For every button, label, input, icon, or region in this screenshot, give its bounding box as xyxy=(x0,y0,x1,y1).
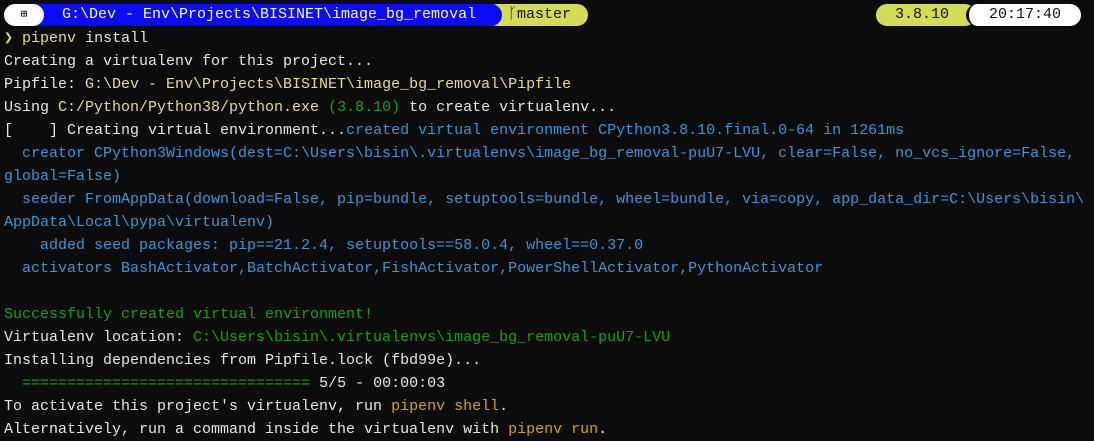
terminal-line: Creating a virtualenv for this project..… xyxy=(4,50,1084,73)
terminal-line: Pipfile: G:\Dev - Env\Projects\BISINET\i… xyxy=(4,73,1084,96)
terminal-text: pipenv xyxy=(22,30,77,47)
current-path: G:\Dev - Env\Projects\BISINET\image_bg_r… xyxy=(30,4,502,26)
python-version: 3.8.10 xyxy=(876,4,976,26)
git-branch-icon: ᚴ xyxy=(508,6,518,23)
terminal-text: activators BashActivator,BatchActivator,… xyxy=(4,260,824,277)
terminal-line: ❯ pipenv install xyxy=(4,27,1084,50)
terminal-text: 5/5 - 00:00:03 xyxy=(310,375,446,392)
terminal-text: install xyxy=(76,30,149,47)
terminal-line: creator CPython3Windows(dest=C:\Users\bi… xyxy=(4,142,1084,165)
terminal-line: global=False) xyxy=(4,165,1084,188)
terminal-text: C:\Users\bisin\.virtualenvs\image_bg_rem… xyxy=(193,329,671,346)
windows-icon: ⊞ xyxy=(4,4,44,26)
terminal-text: to create virtualenv... xyxy=(400,99,617,116)
terminal-line: [ ] Creating virtual environment...creat… xyxy=(4,119,1084,142)
terminal-text: To activate this project's virtualenv, r… xyxy=(4,398,392,415)
terminal-text: Virtualenv location: xyxy=(4,329,194,346)
terminal-line: Alternatively, run a command inside the … xyxy=(4,418,1084,441)
terminal-text: created virtual environment CPython3.8.1… xyxy=(346,122,905,139)
terminal-text: pipenv run xyxy=(508,421,599,438)
terminal-text: G:\Dev - Env\Projects\BISINET\image_bg_r… xyxy=(85,76,572,93)
terminal-text: (3.8.10) xyxy=(328,99,401,116)
clock: 20:17:40 xyxy=(966,4,1081,26)
terminal-text: Using xyxy=(4,99,59,116)
terminal-text: seeder FromAppData(download=False, pip=b… xyxy=(4,191,1085,208)
terminal-text: [ ] Creating virtual environment... xyxy=(4,122,347,139)
terminal-text: pipenv shell xyxy=(391,398,500,415)
terminal-text: Pipfile: xyxy=(4,76,86,93)
terminal-text: creator CPython3Windows(dest=C:\Users\bi… xyxy=(4,145,1076,162)
terminal-text: Creating a virtualenv for this project..… xyxy=(4,53,374,70)
terminal-line: added seed packages: pip==21.2.4, setupt… xyxy=(4,234,1084,257)
terminal-line: AppData\Local\pypa\virtualenv) xyxy=(4,211,1084,234)
terminal-line: seeder FromAppData(download=False, pip=b… xyxy=(4,188,1084,211)
terminal-text: C:/Python/Python38/python.exe xyxy=(58,99,320,116)
terminal-text: ================================ xyxy=(4,375,311,392)
terminal-text: global=False) xyxy=(4,168,122,185)
terminal-text: ❯ xyxy=(4,30,23,47)
terminal-text: Installing dependencies from Pipfile.loc… xyxy=(4,352,482,369)
terminal-line: Successfully created virtual environment… xyxy=(4,303,1084,326)
terminal-text: . xyxy=(499,398,509,415)
terminal-line: Using C:/Python/Python38/python.exe (3.8… xyxy=(4,96,1084,119)
git-branch-label: master xyxy=(517,6,572,23)
terminal-line: ================================ 5/5 - 0… xyxy=(4,372,1084,395)
terminal-text: AppData\Local\pypa\virtualenv) xyxy=(4,214,275,231)
terminal-line: To activate this project's virtualenv, r… xyxy=(4,395,1084,418)
terminal-output: ❯ pipenv install Creating a virtualenv fo… xyxy=(4,27,1084,441)
terminal-text: Alternatively, run a command inside the … xyxy=(4,421,509,438)
terminal-text: added seed packages: pip==21.2.4, setupt… xyxy=(4,237,644,254)
terminal-text: . xyxy=(598,421,608,438)
terminal-line: activators BashActivator,BatchActivator,… xyxy=(4,257,1084,280)
terminal-line: Virtualenv location: C:\Users\bisin\.vir… xyxy=(4,326,1084,349)
terminal-line: Installing dependencies from Pipfile.loc… xyxy=(4,349,1084,372)
terminal-text: Successfully created virtual environment… xyxy=(4,306,374,323)
